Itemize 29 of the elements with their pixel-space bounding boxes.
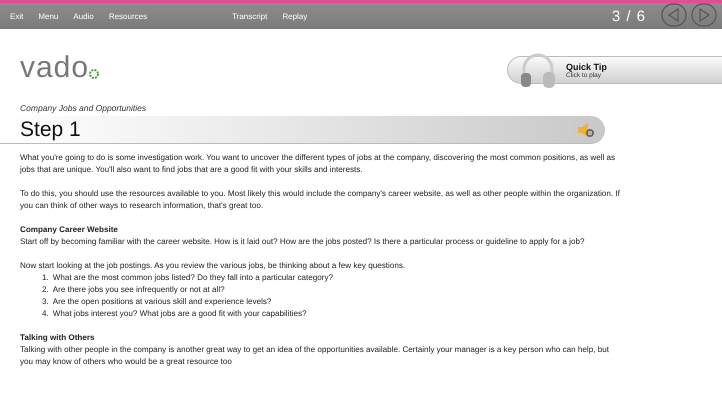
step-title: Step 1 xyxy=(20,118,81,142)
section-heading: Talking with Others xyxy=(20,332,96,344)
paragraph: Now start looking at the job postings. As you review the various jobs, be thinking about a few key questions. xyxy=(20,260,406,272)
lesson-subtitle: Company Jobs and Opportunities xyxy=(19,103,148,113)
list-number: 3. xyxy=(42,296,49,308)
paragraph: To do this, you should use the resources available to you. Most likely this would include the company's career website, as well as other people within the organization. If you can think of other ways to research information, that's great too. xyxy=(20,188,620,212)
next-button[interactable] xyxy=(690,3,718,29)
menu-item[interactable]: Menu xyxy=(38,12,58,20)
paragraph: Talking with other people in the company is another great way to get an idea of the opportunities available. Certainly your manager is a key person who can help, but you may know of others who would be a great resource too xyxy=(20,344,610,368)
menu-item[interactable]: Audio xyxy=(73,12,94,20)
list-item: Are there jobs you see infrequently or not at all? xyxy=(52,284,225,296)
quick-tip-title: Quick Tip xyxy=(566,62,607,72)
list-item: Are the open positions at various skill and experience levels? xyxy=(52,296,272,308)
section-heading: Company Career Website xyxy=(20,224,119,236)
menu-item[interactable]: Replay xyxy=(282,12,308,20)
previous-button[interactable] xyxy=(660,3,688,29)
menu-item[interactable]: Resources xyxy=(108,12,148,20)
speaker-icon[interactable] xyxy=(577,122,595,138)
menu-item[interactable]: Transcript xyxy=(232,12,268,20)
page-counter: 3 / 6 xyxy=(612,8,646,24)
menu-item[interactable]: Exit xyxy=(10,12,24,20)
logo: vado xyxy=(20,51,90,85)
list-number: 4. xyxy=(42,308,49,320)
list-number: 1. xyxy=(42,272,49,284)
list-item: What are the most common jobs listed? Do they fall into a particular category? xyxy=(52,272,334,284)
paragraph: What you're going to do is some investigation work. You want to uncover the different types of jobs at the company, discovering the most common positions, as well as jobs that are unique. You'll also want to find jobs that are a good fit with your skills and interests. xyxy=(20,152,616,176)
paragraph: Start off by becoming familiar with the career website. How is it laid out? How are the jobs posted? Is there a particular process or guideline to apply for a job? xyxy=(20,236,586,248)
list-number: 2. xyxy=(42,284,49,296)
list-item: What jobs interest you? What jobs are a good fit with your capabilities? xyxy=(52,308,307,320)
